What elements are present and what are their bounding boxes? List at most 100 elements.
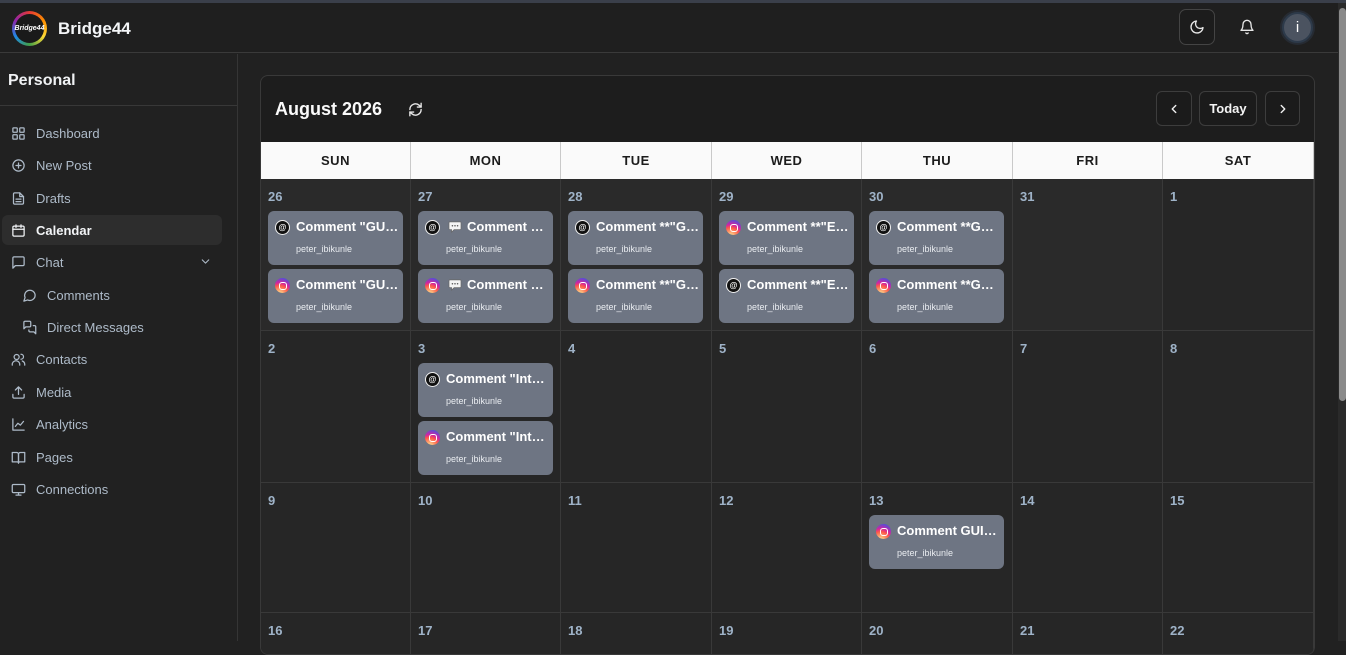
calendar-day-cell[interactable]: 12: [712, 483, 862, 613]
sidebar-item-pages[interactable]: Pages: [2, 442, 222, 472]
event-title: Comment **"GUIDE: [596, 219, 699, 234]
event-title: Comment **"GUIDE: [596, 277, 699, 292]
calendar-event[interactable]: @ Comment **"EXAMPLE peter_ibikunle: [719, 269, 854, 323]
day-number: 2: [268, 341, 276, 356]
calendar-day-cell[interactable]: 28@Comment **"GUIDEpeter_ibikunleComment…: [561, 179, 712, 331]
calendar-day-cell[interactable]: 26 @ Comment "GUIDE peter_ibikunle Comment "…: [261, 179, 411, 331]
calendar-day-cell[interactable]: 4: [561, 331, 712, 483]
calendar-day-cell[interactable]: 17: [411, 613, 561, 654]
sidebar-item-direct-messages[interactable]: Direct Messages: [2, 312, 222, 342]
calendar-event[interactable]: Comment **"GUIDE peter_ibikunle: [568, 269, 703, 323]
calendar-day-cell[interactable]: 19: [712, 613, 862, 654]
sidebar-item-label: Comments: [47, 287, 110, 303]
sidebar-item-chat[interactable]: Chat: [2, 247, 222, 277]
message-circle-icon: [21, 287, 37, 303]
day-number: 27: [418, 189, 433, 204]
sidebar-item-media[interactable]: Media: [2, 377, 222, 407]
chevron-down-icon[interactable]: [199, 255, 212, 271]
calendar-day-cell[interactable]: 7: [1013, 331, 1163, 483]
today-button[interactable]: Today: [1199, 91, 1257, 126]
calendar-event[interactable]: @ Comment "Interested peter_ibikunle: [418, 363, 553, 417]
event-account: peter_ibikunle: [296, 244, 353, 254]
calendar-event[interactable]: @ Comment **"GUIDE peter_ibikunle: [568, 211, 703, 265]
event-account: peter_ibikunle: [897, 302, 954, 312]
calendar-event[interactable]: Comment **"EXAMPLE peter_ibikunle: [719, 211, 854, 265]
calendar-day-cell[interactable]: 6: [862, 331, 1013, 483]
book-icon: [10, 449, 26, 465]
sidebar-item-dashboard[interactable]: Dashboard: [2, 118, 222, 148]
calendar-day-cell[interactable]: 13 Comment GUIDE peter_ibikunle: [862, 483, 1013, 613]
calendar-day-cell[interactable]: 27 @Comment "GUIDEpeter_ibikunleComment "…: [411, 179, 561, 331]
calendar-day-cell[interactable]: 2: [261, 331, 411, 483]
theme-toggle-button[interactable]: [1179, 9, 1215, 45]
event-title: Comment "GUIDE: [296, 219, 399, 234]
calendar-event[interactable]: Comment "GUIDE peter_ibikunle: [268, 269, 403, 323]
calendar-day-cell[interactable]: 16: [261, 613, 411, 654]
day-number: 30: [869, 189, 884, 204]
calendar-event[interactable]: Comment "Interested peter_ibikunle: [418, 421, 553, 475]
sidebar-item-label: Direct Messages: [47, 319, 144, 335]
refresh-icon: [408, 102, 422, 116]
calendar-day-cell[interactable]: 3@Comment "Interestedpeter_ibikunleComme…: [411, 331, 561, 483]
calendar-day-cell[interactable]: 22: [1163, 613, 1314, 654]
event-title: Comment "GUIDE: [467, 219, 549, 234]
threads-icon: @: [575, 220, 590, 235]
calendar-day-cell[interactable]: 15: [1163, 483, 1314, 613]
app-name: Bridge44: [58, 19, 131, 38]
notifications-button[interactable]: [1229, 9, 1265, 45]
prev-month-button[interactable]: [1156, 91, 1192, 126]
event-account: peter_ibikunle: [596, 302, 653, 312]
next-month-button[interactable]: [1265, 91, 1300, 126]
grid-icon: [10, 125, 26, 141]
calendar-day-cell[interactable]: 9: [261, 483, 411, 613]
calendar-day-cell[interactable]: 29 Comment **"EXAMPLE peter_ibikunle @ Comme…: [712, 179, 862, 331]
instagram-icon: [425, 430, 440, 445]
calendar-day-cell[interactable]: 20: [862, 613, 1013, 654]
calendar-day-cell[interactable]: 21: [1013, 613, 1163, 654]
sidebar-divider: [0, 105, 237, 106]
day-number: 18: [568, 623, 583, 638]
refresh-button[interactable]: [406, 100, 424, 118]
sidebar-item-label: Connections: [36, 481, 109, 497]
sidebar-item-drafts[interactable]: Drafts: [2, 183, 222, 213]
calendar-day-cell[interactable]: 5: [712, 331, 862, 483]
chevron-right-icon: [1280, 104, 1285, 113]
calendar-event[interactable]: @ Comment "GUIDE peter_ibikunle: [418, 211, 553, 265]
calendar-day-cell[interactable]: 18: [561, 613, 712, 654]
calendar-day-cell[interactable]: 30 @Comment **GUIDEpeter_ibikunleComment …: [862, 179, 1013, 331]
page-scrollbar-thumb[interactable]: [1339, 8, 1346, 401]
calendar-event[interactable]: @ Comment "GUIDE peter_ibikunle: [268, 211, 403, 265]
message-square-icon: [10, 254, 26, 270]
event-title: Comment "GUIDE: [296, 277, 399, 292]
sidebar-item-new-post[interactable]: New Post: [2, 150, 222, 180]
sidebar-item-contacts[interactable]: Contacts: [2, 344, 222, 374]
calendar-day-cell[interactable]: 14: [1013, 483, 1163, 613]
upload-icon: [10, 384, 26, 400]
sidebar-item-calendar[interactable]: Calendar: [2, 215, 222, 245]
sidebar-item-analytics[interactable]: Analytics: [2, 409, 222, 439]
event-account: peter_ibikunle: [897, 244, 954, 254]
sidebar: Personal Dashboard New Post Drafts Calendar…: [0, 54, 238, 641]
calendar-day-cell[interactable]: 1: [1163, 179, 1314, 331]
chart-line-icon: [10, 416, 26, 432]
sidebar-item-comments[interactable]: Comments: [2, 280, 222, 310]
day-number: 19: [719, 623, 734, 638]
sidebar-item-connections[interactable]: Connections: [2, 474, 222, 504]
day-number: 5: [719, 341, 727, 356]
day-number: 26: [268, 189, 283, 204]
calendar-event[interactable]: Comment **GUIDE peter_ibikunle: [869, 269, 1004, 323]
day-number: 29: [719, 189, 734, 204]
instagram-icon: [575, 278, 590, 293]
calendar-day-cell[interactable]: 10: [411, 483, 561, 613]
user-avatar[interactable]: i: [1282, 12, 1313, 43]
sidebar-item-label: Chat: [36, 254, 64, 270]
calendar-day-cell[interactable]: 31: [1013, 179, 1163, 331]
calendar-day-cell[interactable]: 8: [1163, 331, 1314, 483]
day-number: 31: [1020, 189, 1035, 204]
event-account: peter_ibikunle: [446, 302, 503, 312]
app-logo[interactable]: Bridge44: [12, 11, 47, 46]
calendar-event[interactable]: Comment "GUIDE peter_ibikunle: [418, 269, 553, 323]
calendar-event[interactable]: Comment GUIDE peter_ibikunle: [869, 515, 1004, 569]
calendar-event[interactable]: @ Comment **GUIDE peter_ibikunle: [869, 211, 1004, 265]
calendar-day-cell[interactable]: 11: [561, 483, 712, 613]
